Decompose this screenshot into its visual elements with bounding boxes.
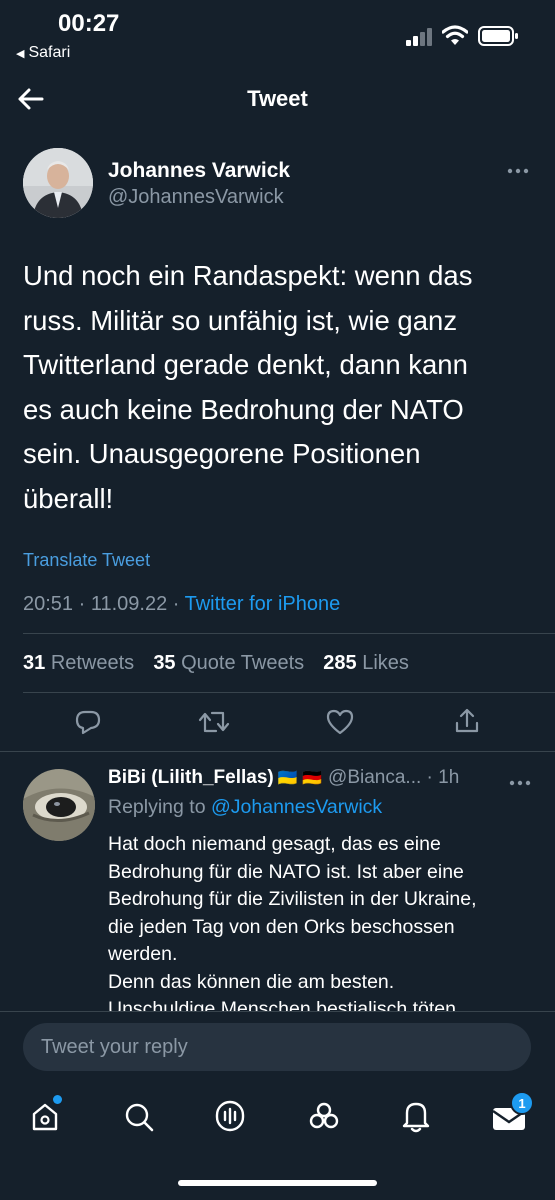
reply-line: werden. <box>108 943 178 965</box>
tweet-meta: 20:51 · 11.09.22 · Twitter for iPhone <box>23 593 340 616</box>
like-heart-icon[interactable] <box>326 709 354 740</box>
reply-handle-time[interactable]: @Bianca... · 1h <box>328 767 459 789</box>
quotes-stat[interactable]: 35 Quote Tweets <box>153 652 304 674</box>
engagement-stats: 31 Retweets 35 Quote Tweets 285 Likes <box>23 652 409 675</box>
author-name[interactable]: Johannes Varwick <box>108 159 290 183</box>
reply-header: BiBi (Lilith_Fellas) 🇺🇦 🇩🇪 @Bianca... · … <box>108 767 459 789</box>
translate-tweet-link[interactable]: Translate Tweet <box>23 550 150 571</box>
tweet-line: es auch keine Bedrohung der NATO <box>23 393 464 425</box>
home-notification-dot <box>53 1095 62 1104</box>
tab-notifications[interactable] <box>401 1099 431 1138</box>
tab-messages[interactable]: 1 <box>492 1091 534 1137</box>
battery-icon <box>478 25 520 52</box>
reply-line: Denn das können die am besten. <box>108 970 395 993</box>
more-options-icon[interactable] <box>507 163 529 181</box>
reply-icon[interactable] <box>74 708 102 741</box>
back-to-safari[interactable]: ◀ Safari <box>16 44 70 62</box>
likes-label: Likes <box>362 652 409 674</box>
back-app-label: Safari <box>28 44 71 61</box>
likes-count: 285 <box>323 652 357 674</box>
retweets-stat[interactable]: 31 Retweets <box>23 652 134 674</box>
share-icon[interactable] <box>453 707 481 740</box>
quotes-count: 35 <box>153 652 176 674</box>
status-time: 00:27 <box>58 10 120 37</box>
messages-badge: 1 <box>510 1091 534 1115</box>
retweets-label: Retweets <box>50 652 135 674</box>
retweet-icon[interactable] <box>198 708 230 741</box>
wifi-icon <box>441 25 469 52</box>
reply-line: Hat doch niemand gesagt, das es eine <box>108 833 441 855</box>
likes-stat[interactable]: 285 Likes <box>323 652 409 674</box>
reply-author-name[interactable]: BiBi (Lilith_Fellas) <box>108 767 274 789</box>
replying-to-link[interactable]: @JohannesVarwick <box>211 796 382 818</box>
tab-spaces[interactable] <box>214 1099 246 1138</box>
tweet-line: Und noch ein Randaspekt: wenn das <box>23 260 473 291</box>
tab-communities[interactable] <box>307 1100 341 1137</box>
reply-more-options-icon[interactable] <box>509 775 531 793</box>
author-avatar[interactable] <box>23 148 93 218</box>
tab-home[interactable] <box>30 1095 62 1137</box>
retweets-count: 31 <box>23 652 46 674</box>
signal-icon <box>406 27 434 52</box>
reply-line: Bedrohung für die NATO ist. Ist aber ein… <box>108 860 464 883</box>
quotes-label: Quote Tweets <box>181 652 305 674</box>
reply-input[interactable]: Tweet your reply <box>23 1023 531 1071</box>
tweet-line: sein. Unausgegorene Positionen <box>23 438 421 470</box>
replying-to: Replying to @JohannesVarwick <box>108 796 382 819</box>
tweet-source-link[interactable]: Twitter for iPhone <box>185 593 341 615</box>
tweet-datetime: 20:51 · 11.09.22 · <box>23 593 185 615</box>
tab-search[interactable] <box>123 1101 155 1138</box>
reply-author-flags: 🇺🇦 🇩🇪 <box>277 770 323 787</box>
reply-input-placeholder: Tweet your reply <box>41 1035 188 1058</box>
tweet-line: überall! <box>23 482 114 514</box>
home-indicator <box>178 1180 377 1186</box>
reply-line: Bedrohung für die Zivilisten in der Ukra… <box>108 888 477 910</box>
divider <box>0 751 555 752</box>
divider <box>23 633 555 634</box>
tweet-line: russ. Militär so unfähig ist, wie ganz <box>23 304 458 336</box>
reply-text: Hat doch niemand gesagt, das es eine Bed… <box>108 831 538 1013</box>
reply-line: die jeden Tag von den Orks beschossen <box>108 915 455 938</box>
back-triangle-icon: ◀ <box>16 47 25 60</box>
author-handle[interactable]: @JohannesVarwick <box>108 186 284 209</box>
tweet-text: Und noch ein Randaspekt: wenn das russ. … <box>23 254 472 522</box>
divider <box>23 692 555 693</box>
replying-prefix: Replying to <box>108 796 211 818</box>
reply-author-avatar[interactable] <box>23 769 95 841</box>
tweet-line: Twitterland gerade denkt, dann kann <box>23 349 468 381</box>
page-title: Tweet <box>247 86 308 111</box>
